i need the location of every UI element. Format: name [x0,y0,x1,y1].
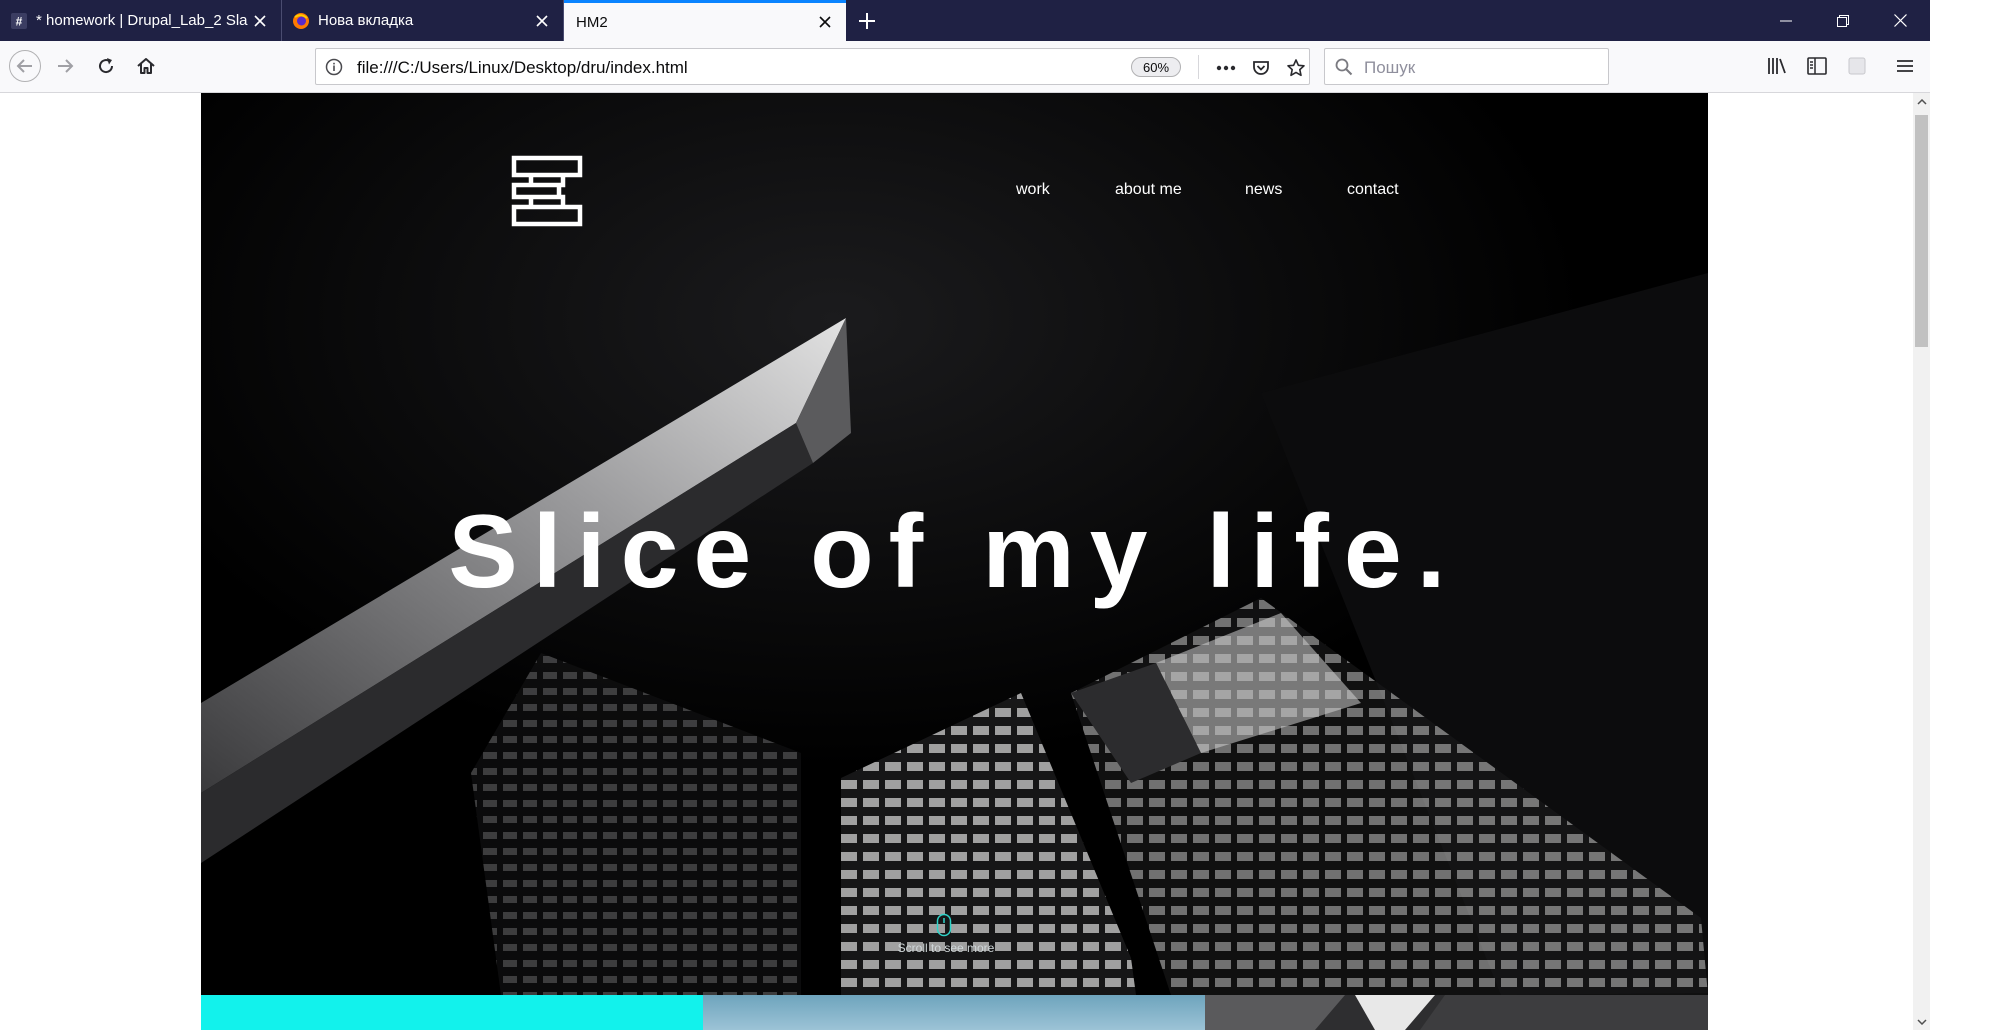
close-icon[interactable] [531,10,553,32]
sidebar-icon[interactable] [1800,49,1834,83]
library-icon[interactable] [1760,49,1794,83]
search-bar[interactable]: Пошук [1324,48,1609,85]
desktop-background [1930,0,1998,1030]
portfolio-strip [201,995,1708,1030]
portfolio-tile[interactable] [201,995,703,1030]
browser-window: # * homework | Drupal_Lab_2 Sla Нова вкл… [0,0,1930,1030]
home-button[interactable] [129,49,163,83]
divider [1198,55,1199,79]
close-window-button[interactable] [1872,0,1928,41]
search-placeholder: Пошук [1364,58,1416,77]
menu-icon[interactable] [1888,49,1922,83]
mouse-scroll-icon[interactable] [936,913,952,937]
tab-title: HM2 [576,13,608,31]
nav-link-work[interactable]: work [1016,181,1050,199]
page-viewport: work about me news contact Slice of my l… [0,93,1913,1030]
forward-button[interactable] [48,49,82,83]
close-icon[interactable] [814,11,836,33]
zoom-indicator[interactable]: 60% [1131,57,1181,77]
nav-link-news[interactable]: news [1245,181,1282,199]
extension-icon[interactable] [1840,49,1874,83]
hero-section: work about me news contact Slice of my l… [201,93,1708,995]
minimize-button[interactable] [1758,0,1814,41]
search-icon [1334,57,1354,77]
back-button[interactable] [8,49,42,83]
navigation-toolbar: file:///C:/Users/Linux/Desktop/dru/index… [0,41,1930,93]
tab-title: * homework | Drupal_Lab_2 Sla [36,12,248,29]
page-actions-icon[interactable] [1213,55,1239,81]
reload-button[interactable] [89,49,123,83]
tab-strip: # * homework | Drupal_Lab_2 Sla Нова вкл… [0,0,1930,41]
scrollbar-thumb[interactable] [1915,115,1928,347]
url-text[interactable]: file:///C:/Users/Linux/Desktop/dru/index… [357,58,688,78]
site-logo[interactable] [511,155,583,227]
new-tab-button[interactable] [852,6,882,36]
tab-new-tab[interactable]: Нова вкладка [282,0,564,41]
url-bar[interactable]: file:///C:/Users/Linux/Desktop/dru/index… [315,48,1310,85]
close-icon[interactable] [249,10,271,32]
scroll-down-arrow-icon[interactable] [1913,1013,1930,1030]
info-icon[interactable] [324,57,344,77]
portfolio-tile[interactable] [1205,995,1708,1030]
vertical-scrollbar[interactable] [1913,93,1930,1030]
scroll-hint: Scroll to see more [897,941,995,955]
tab-hm2[interactable]: HM2 [564,0,846,41]
hash-icon: # [10,12,28,30]
pocket-icon[interactable] [1248,55,1274,81]
nav-link-contact[interactable]: contact [1347,181,1399,199]
tab-title: Нова вкладка [318,12,414,29]
bookmark-star-icon[interactable] [1283,55,1309,81]
restore-button[interactable] [1815,0,1871,41]
tab-homework[interactable]: # * homework | Drupal_Lab_2 Sla [0,0,282,41]
firefox-icon [292,12,310,30]
scroll-up-arrow-icon[interactable] [1913,93,1930,110]
nav-link-about[interactable]: about me [1115,181,1182,199]
svg-text:#: # [16,14,23,28]
portfolio-tile[interactable] [703,995,1205,1030]
hero-headline: Slice of my life. [448,494,1461,610]
